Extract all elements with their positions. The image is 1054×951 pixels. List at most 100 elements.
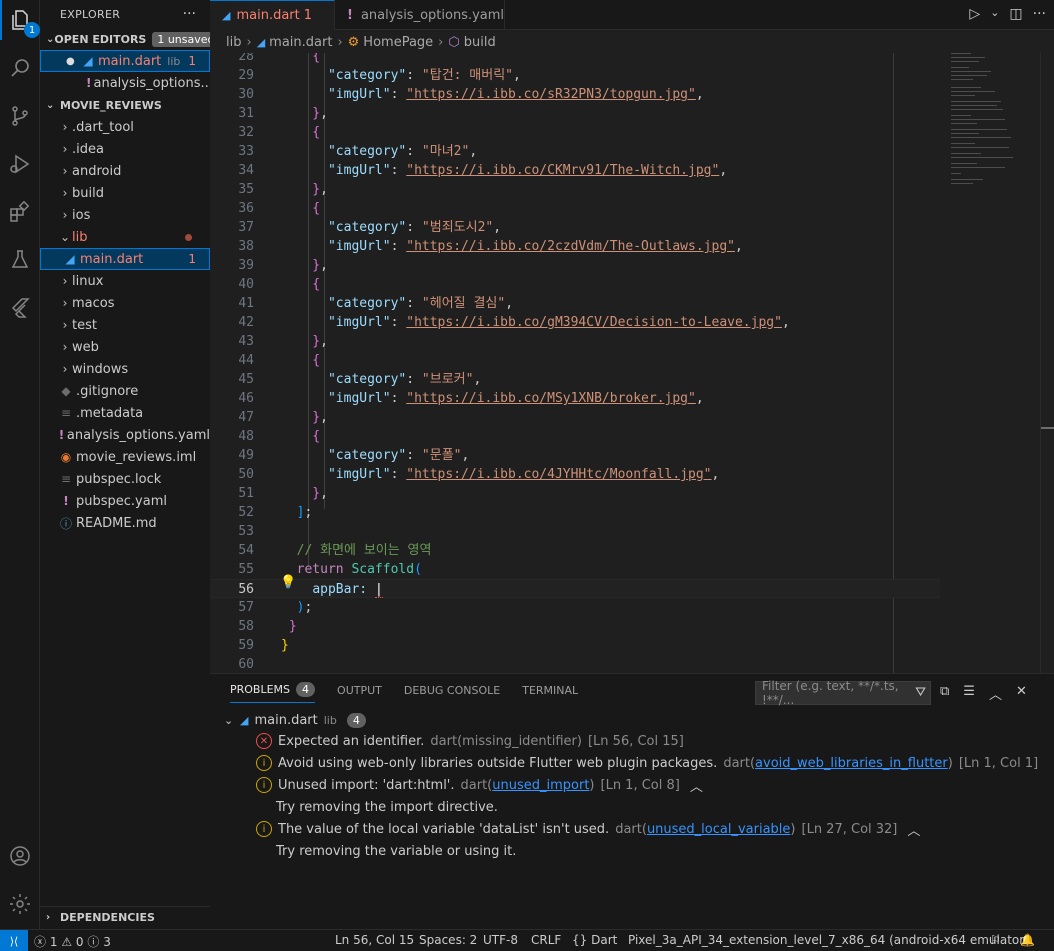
indentation-setting[interactable]: Spaces: 2 <box>419 933 477 947</box>
problem-row[interactable]: ✕ Expected an identifier. dart(missing_i… <box>256 731 684 751</box>
tree-folder-idea[interactable]: › .idea <box>40 138 210 160</box>
tab-main-dart[interactable]: ◢ main.dart 1 <box>210 0 335 30</box>
dart-file-icon: ◢ <box>222 9 231 22</box>
tree-error-count: 1 <box>188 252 196 266</box>
chevron-up-icon[interactable]: ︿ <box>907 820 920 839</box>
line-number: 39 <box>238 258 254 273</box>
tree-file-metadata[interactable]: ≡ .metadata <box>40 402 210 424</box>
notifications-bell-icon[interactable]: 🔔 <box>1020 933 1035 947</box>
extensions-icon[interactable] <box>0 192 40 232</box>
line-ending[interactable]: CRLF <box>531 933 561 947</box>
testing-icon[interactable] <box>0 240 40 280</box>
tree-file-main-dart[interactable]: ◢ main.dart 1 <box>40 248 210 270</box>
breadcrumb-item[interactable]: build <box>464 35 496 50</box>
chevron-right-icon: › <box>62 340 68 354</box>
problem-message: The value of the local variable 'dataLis… <box>278 821 610 837</box>
code-line: }, <box>281 258 328 273</box>
search-icon[interactable] <box>0 48 40 88</box>
tab-problems[interactable]: PROBLEMS 4 <box>230 682 316 703</box>
dependencies-section[interactable]: › DEPENDENCIES <box>40 906 210 928</box>
lightbulb-icon[interactable]: 💡 <box>280 575 296 590</box>
cursor-position[interactable]: Ln 56, Col 15 <box>335 933 414 947</box>
tree-label: .idea <box>72 141 104 157</box>
tab-analysis-options[interactable]: ! analysis_options.yaml <box>335 0 505 30</box>
problem-rule-link[interactable]: avoid_web_libraries_in_flutter <box>755 756 948 771</box>
tab-problem-count: 1 <box>303 8 313 23</box>
minimap[interactable] <box>945 53 1041 673</box>
problem-file-row[interactable]: ⌄ ◢ main.dart lib 4 <box>224 710 366 730</box>
problems-status[interactable]: ⓧ 1 ⚠ 0 ⓘ 3 <box>34 933 111 950</box>
tree-file-gitignore[interactable]: ◆ .gitignore <box>40 380 210 402</box>
line-number: 44 <box>238 353 254 368</box>
line-number: 55 <box>238 562 254 577</box>
problem-row[interactable]: i The value of the local variable 'dataL… <box>256 819 920 839</box>
tree-folder-lib[interactable]: ⌄ lib <box>40 226 210 248</box>
problem-row[interactable]: i Avoid using web-only libraries outside… <box>256 753 1038 773</box>
tree-folder-build[interactable]: › build <box>40 182 210 204</box>
remote-icon[interactable]: ⟩⟨ <box>0 930 28 951</box>
chevron-down-icon[interactable]: ⌄ <box>990 6 999 22</box>
tree-folder-android[interactable]: › android <box>40 160 210 182</box>
tab-debug-console[interactable]: DEBUG CONSOLE <box>404 682 500 703</box>
problem-row[interactable]: i Unused import: 'dart:html'. dart(unuse… <box>256 775 703 795</box>
tree-folder-test[interactable]: › test <box>40 314 210 336</box>
problem-rule-link[interactable]: unused_local_variable <box>647 822 790 837</box>
line-number: 57 <box>238 600 254 615</box>
run-debug-icon[interactable] <box>0 144 40 184</box>
encoding[interactable]: UTF-8 <box>483 933 518 947</box>
code-line: }, <box>281 182 328 197</box>
feedback-icon[interactable]: ⚐ <box>990 933 1001 947</box>
unsaved-dot-icon[interactable]: ● <box>66 56 80 67</box>
flutter-icon[interactable] <box>0 288 40 328</box>
more-actions-icon[interactable]: ··· <box>1033 6 1046 22</box>
code-editor[interactable]: 28 { 29 "category": "탑건: 매버릭", 30 "imgUr… <box>210 53 1054 673</box>
tree-file-iml[interactable]: ◉ movie_reviews.iml <box>40 446 210 468</box>
problem-rule-link[interactable]: unused_import <box>492 778 589 793</box>
project-section[interactable]: ⌄ MOVIE_REVIEWS <box>40 94 210 116</box>
settings-gear-icon[interactable] <box>0 884 40 924</box>
source-control-icon[interactable] <box>0 96 40 136</box>
run-icon[interactable]: ▷ <box>969 6 980 22</box>
chevron-right-icon: › <box>62 142 68 156</box>
tree-folder-windows[interactable]: › windows <box>40 358 210 380</box>
code-line: return Scaffold( <box>296 562 422 577</box>
tree-file-pubspec-yaml[interactable]: ! pubspec.yaml <box>40 490 210 512</box>
more-actions-icon[interactable]: ··· <box>183 6 196 22</box>
chevron-up-icon[interactable]: ︿ <box>690 776 703 795</box>
tree-folder-web[interactable]: › web <box>40 336 210 358</box>
split-editor-icon[interactable]: ◫ <box>1009 6 1022 22</box>
editor-tabs: ◢ main.dart 1 ! analysis_options.yaml ▷ … <box>210 0 1054 30</box>
tab-label: main.dart <box>236 8 300 23</box>
collapse-all-icon[interactable]: ⧉ <box>940 684 949 703</box>
code-line: ); <box>296 600 313 615</box>
tree-folder-linux[interactable]: › linux <box>40 270 210 292</box>
line-number: 32 <box>238 125 254 140</box>
maximize-panel-icon[interactable]: ︿ <box>989 684 1002 703</box>
tree-label: linux <box>72 273 104 289</box>
language-mode[interactable]: {} Dart <box>572 933 617 947</box>
close-icon[interactable]: ✕ <box>1016 684 1027 703</box>
tree-folder-dart-tool[interactable]: › .dart_tool <box>40 116 210 138</box>
tree-file-analysis-options[interactable]: ! analysis_options.yaml <box>40 424 210 446</box>
breadcrumb-item[interactable]: lib <box>226 35 241 50</box>
breadcrumb-item[interactable]: HomePage <box>363 35 433 50</box>
account-icon[interactable] <box>0 836 40 876</box>
open-editors-section[interactable]: ⌄ OPEN EDITORS 1 unsaved <box>40 28 210 50</box>
open-editor-analysis-options[interactable]: ! analysis_options.... <box>40 72 210 94</box>
tab-terminal[interactable]: TERMINAL <box>522 682 578 703</box>
vertical-scrollbar[interactable] <box>1040 53 1054 673</box>
tree-folder-macos[interactable]: › macos <box>40 292 210 314</box>
line-number: 30 <box>238 87 254 102</box>
problems-filter-input[interactable]: Filter (e.g. text, **/*.ts, !**/... ⛛ <box>755 679 931 707</box>
tree-file-readme[interactable]: ⓘ README.md <box>40 512 210 534</box>
explorer-icon[interactable]: 1 <box>0 0 40 40</box>
view-as-list-icon[interactable]: ☰ <box>963 684 975 703</box>
filter-icon[interactable]: ⛛ <box>915 685 926 700</box>
tree-folder-ios[interactable]: › ios <box>40 204 210 226</box>
open-editor-main-dart[interactable]: ● ◢ main.dart lib 1 <box>40 50 210 72</box>
breadcrumb-item[interactable]: main.dart <box>269 35 332 50</box>
tab-output[interactable]: OUTPUT <box>337 682 382 703</box>
tree-file-pubspec-lock[interactable]: ≡ pubspec.lock <box>40 468 210 490</box>
chevron-right-icon: › <box>62 362 68 376</box>
device-selector[interactable]: Pixel_3a_API_34_extension_level_7_x86_64… <box>628 933 1029 947</box>
